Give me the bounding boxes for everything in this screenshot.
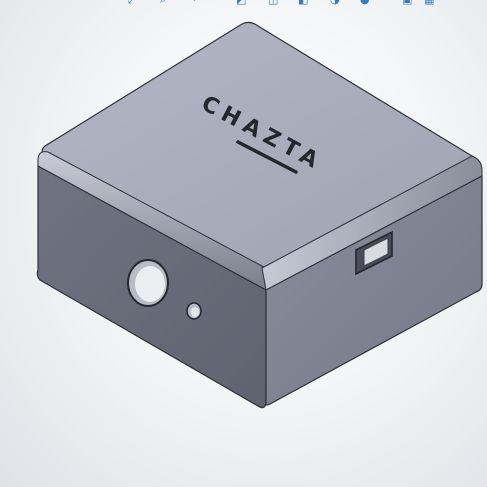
box-enclosure-model[interactable]: CHAZTA bbox=[0, 0, 487, 487]
small-round-hole-inner bbox=[191, 307, 199, 317]
graphics-viewport[interactable]: ⤢ ⌕ ↶ ◩ ◫ ◧ ◑ ● ▣ ▦ bbox=[0, 0, 487, 487]
large-round-hole-inner bbox=[135, 266, 165, 302]
